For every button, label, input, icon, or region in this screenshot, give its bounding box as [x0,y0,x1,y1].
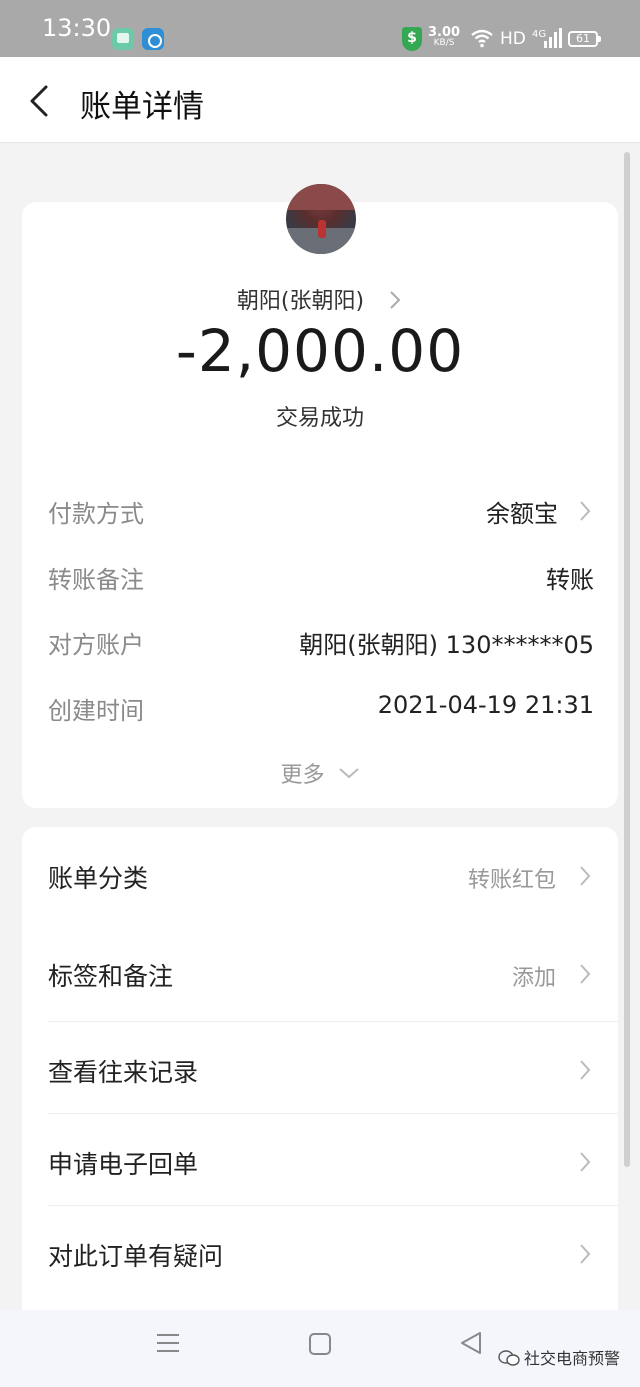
detail-value: 转账 [546,566,594,594]
menu-order-question[interactable]: 对此订单有疑问 [22,1207,618,1299]
chevron-down-icon [338,768,359,779]
menu-label: 对此订单有疑问 [48,1242,224,1271]
menu-label: 申请电子回单 [48,1150,199,1179]
divider [48,1021,618,1022]
detail-label: 转账备注 [48,566,144,594]
payee-avatar[interactable] [286,184,356,254]
chevron-right-icon [580,1060,591,1080]
divider [48,1205,618,1206]
chevron-right-icon [580,866,591,886]
chevron-right-icon [580,1152,591,1172]
chevron-right-icon [580,501,591,521]
detail-label: 付款方式 [48,500,144,528]
transaction-amount: -2,000.00 [175,317,465,385]
security-shield-icon: $ [402,27,422,51]
menu-value: 转账红包 [467,868,556,893]
payee-link[interactable]: 朝阳(张朝阳) [0,283,640,315]
status-time: 13:30 [42,14,112,42]
notification-app-icon [112,28,134,50]
network-hd-label: HD [500,29,526,49]
recent-apps-icon[interactable] [156,1332,180,1354]
home-icon[interactable] [308,1332,332,1356]
divider [48,1113,618,1114]
detail-label: 创建时间 [48,697,144,725]
transaction-status: 交易成功 [275,406,364,431]
detail-row-payment-method[interactable]: 付款方式 余额宝 [48,494,594,534]
chevron-right-icon [390,291,401,309]
detail-row-counterparty: 对方账户 朝阳(张朝阳) 130******05 [48,625,594,665]
chevron-right-icon [580,1244,591,1264]
menu-value: 添加 [511,966,556,991]
battery-icon: 61 [568,31,601,47]
cell-signal-icon: 4G [532,28,562,48]
menu-tags-notes[interactable]: 标签和备注 添加 [22,927,618,1019]
network-speed: 3.00 KB/S [428,25,461,48]
more-label: 更多 [280,763,325,788]
detail-value: 2021-04-19 21:31 [377,691,594,719]
detail-row-transfer-note: 转账备注 转账 [48,560,594,600]
page-title: 账单详情 [80,89,204,125]
menu-bill-category[interactable]: 账单分类 转账红包 [22,829,618,921]
detail-row-created-time: 创建时间 2021-04-19 21:31 [48,691,594,731]
watermark: 社交电商预警 [498,1345,620,1369]
network-gen-label: 4G [532,29,546,40]
detail-label: 对方账户 [48,631,144,659]
chevron-right-icon [580,964,591,984]
watermark-text: 社交电商预警 [524,1349,621,1368]
status-bar: 13:30 $ 3.00 KB/S HD 4G 61 [0,0,640,57]
detail-value: 余额宝 [486,500,558,528]
payee-name: 朝阳(张朝阳) [236,289,365,314]
wifi-icon [471,29,493,48]
system-back-icon[interactable] [458,1330,484,1356]
detail-value: 朝阳(张朝阳) 130******05 [299,631,594,659]
page-header: 账单详情 [0,57,640,143]
back-arrow-icon[interactable] [22,81,56,121]
notification-app-icon-2 [142,28,164,50]
menu-label: 查看往来记录 [48,1058,199,1087]
wechat-icon [498,1350,520,1366]
more-toggle[interactable]: 更多 [0,757,640,789]
menu-label: 标签和备注 [48,962,174,991]
menu-e-receipt[interactable]: 申请电子回单 [22,1115,618,1207]
menu-label: 账单分类 [48,864,149,893]
menu-view-history[interactable]: 查看往来记录 [22,1023,618,1115]
